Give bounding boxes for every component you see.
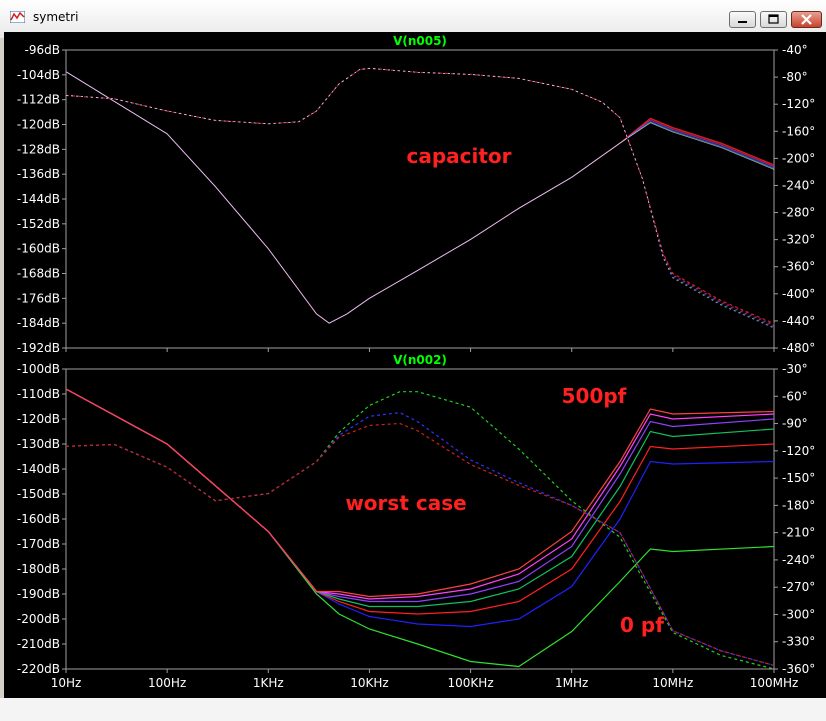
y-right-tick-label: -80° (782, 70, 808, 84)
x-tick-label: 100KHz (448, 676, 494, 690)
phase-trace (65, 67, 775, 326)
magnitude-trace (65, 71, 775, 324)
schematic-strip (0, 698, 826, 721)
y-tick-label: -180dB (17, 562, 60, 576)
x-tick-label: 100Hz (148, 676, 186, 690)
y-right-tick-label: -330° (782, 635, 815, 649)
y-right-tick-label: -240° (782, 553, 815, 567)
minimize-button[interactable] (729, 11, 756, 28)
maximize-icon (768, 14, 779, 24)
phase-trace (65, 422, 775, 666)
y-tick-label: -120dB (17, 412, 60, 426)
x-tick-label: 1KHz (253, 676, 284, 690)
plot-frame-box (65, 49, 775, 349)
y-right-tick-label: -240° (782, 178, 815, 192)
magnitude-trace (65, 71, 775, 324)
y-right-tick-label: -360° (782, 260, 815, 274)
y-tick-label: -130dB (17, 437, 60, 451)
trace-title: V(n002) (393, 353, 447, 367)
waveform-icon (10, 11, 25, 23)
phase-trace (65, 67, 775, 325)
annotation-label: 0 pf (620, 613, 664, 637)
magnitude-trace (65, 71, 775, 324)
y-right-tick-label: -120° (782, 444, 815, 458)
y-right-tick-label: -440° (782, 314, 815, 328)
y-tick-label: -96dB (25, 43, 60, 57)
x-tick-label: 1MHz (555, 676, 588, 690)
y-tick-label: -112dB (17, 93, 60, 107)
y-right-tick-label: -120° (782, 97, 815, 111)
y-right-tick-label: -480° (782, 341, 815, 355)
y-right-tick-label: -320° (782, 233, 815, 247)
y-tick-label: -136dB (17, 167, 60, 181)
x-tick-label: 10Hz (51, 676, 82, 690)
y-tick-label: -104dB (17, 68, 60, 82)
y-right-tick-label: -300° (782, 607, 815, 621)
y-tick-label: -128dB (17, 142, 60, 156)
y-right-tick-label: -360° (782, 662, 815, 676)
y-tick-label: -110dB (17, 387, 60, 401)
annotation-label: 500pf (562, 384, 627, 408)
y-tick-label: -168dB (17, 267, 60, 281)
y-tick-label: -184dB (17, 316, 60, 330)
y-tick-label: -160dB (17, 242, 60, 256)
magnitude-trace (65, 71, 775, 324)
y-right-tick-label: -30° (782, 362, 808, 376)
y-right-tick-label: -400° (782, 287, 815, 301)
y-right-tick-label: -280° (782, 206, 815, 220)
y-tick-label: -144dB (17, 192, 60, 206)
magnitude-trace (65, 71, 775, 324)
magnitude-trace (65, 388, 775, 668)
phase-trace (65, 67, 775, 329)
y-right-tick-label: -270° (782, 580, 815, 594)
y-tick-label: -160dB (17, 512, 60, 526)
y-right-tick-label: -40° (782, 43, 808, 57)
magnitude-trace (65, 71, 775, 324)
y-right-tick-label: -180° (782, 498, 815, 512)
maximize-button[interactable] (760, 11, 787, 28)
y-tick-label: -176dB (17, 291, 60, 305)
y-right-tick-label: -150° (782, 471, 815, 485)
y-right-tick-label: -200° (782, 151, 815, 165)
phase-trace (65, 391, 775, 670)
y-tick-label: -140dB (17, 462, 60, 476)
x-tick-label: 10KHz (350, 676, 388, 690)
phase-trace (65, 67, 775, 327)
bode-plot[interactable]: V(n005) -96dB -104dB -112dB -120dB -128dB -136… (4, 32, 826, 698)
y-tick-label: -210dB (17, 637, 60, 651)
x-tick-label: 100MHz (750, 676, 799, 690)
phase-trace (65, 67, 775, 328)
x-tick-label: 10MHz (652, 676, 693, 690)
y-tick-label: -100dB (17, 362, 60, 376)
window-title: symetri (33, 10, 79, 24)
y-tick-label: -120dB (17, 118, 60, 132)
close-icon (801, 14, 812, 25)
y-right-tick-label: -60° (782, 389, 808, 403)
y-right-tick-label: -90° (782, 417, 808, 431)
y-tick-label: -200dB (17, 612, 60, 626)
y-right-tick-label: -210° (782, 526, 815, 540)
phase-trace (65, 67, 775, 325)
y-tick-label: -170dB (17, 537, 60, 551)
y-tick-label: -190dB (17, 587, 60, 601)
y-tick-label: -150dB (17, 487, 60, 501)
minimize-icon (738, 21, 747, 23)
y-tick-label: -152dB (17, 217, 60, 231)
phase-trace (65, 411, 775, 666)
y-tick-label: -220dB (17, 662, 60, 676)
plot-pane[interactable]: V(n005) -96dB -104dB -112dB -120dB -128dB -136… (4, 32, 826, 698)
y-right-tick-label: -160° (782, 124, 815, 138)
close-button[interactable] (791, 11, 822, 28)
y-tick-label: -192dB (17, 341, 60, 355)
annotation-label: worst case (345, 491, 466, 515)
trace-title: V(n005) (393, 34, 447, 48)
annotation-label: capacitor (406, 144, 511, 168)
